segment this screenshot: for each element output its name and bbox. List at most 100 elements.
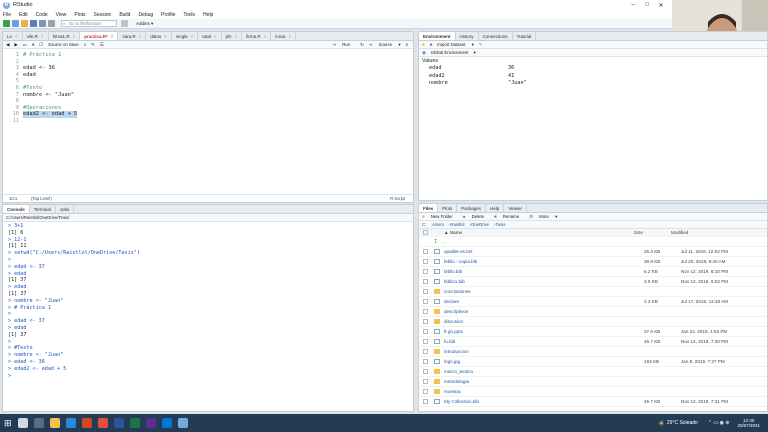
file-row[interactable]: descriptivos xyxy=(419,307,767,317)
close-icon[interactable]: × xyxy=(139,34,142,39)
row-checkbox[interactable] xyxy=(423,289,428,294)
row-checkbox[interactable] xyxy=(423,279,428,284)
minimize-button[interactable]: – xyxy=(626,2,640,9)
back-icon[interactable]: ◀ xyxy=(6,42,9,48)
tab-plots[interactable]: Plots xyxy=(438,204,458,212)
breadcrumb-item[interactable]: C: xyxy=(422,222,426,227)
editor-tab[interactable]: firma.R × xyxy=(242,32,272,40)
file-name[interactable]: apalike-es.bst xyxy=(444,249,644,254)
load-workspace-icon[interactable]: ■ xyxy=(422,42,425,47)
goto-file-input[interactable]: ⌕ Go to file/function xyxy=(61,20,117,27)
close-icon[interactable]: × xyxy=(235,34,238,39)
row-checkbox[interactable] xyxy=(423,309,428,314)
wand-icon[interactable]: ✎ xyxy=(91,42,95,48)
environment-scope[interactable]: ◉ Global Environment ▾ xyxy=(419,49,767,57)
editor-tab[interactable]: sara.R × xyxy=(118,32,147,40)
tab-environment[interactable]: Environment xyxy=(419,32,456,40)
editor-tab[interactable]: total × xyxy=(198,32,222,40)
broom-icon[interactable]: ✎ xyxy=(479,42,483,48)
file-name[interactable]: biblio.bib xyxy=(444,269,644,274)
select-all-checkbox[interactable] xyxy=(423,230,428,235)
tab-packages[interactable]: Packages xyxy=(457,204,487,212)
close-icon[interactable]: × xyxy=(111,34,114,39)
row-checkbox[interactable] xyxy=(423,349,428,354)
delete-button[interactable]: ● Delete xyxy=(463,214,489,219)
console-output[interactable]: > 3+1 [1] 6 > 12-1 [1] 11 > setwd("C:/Us… xyxy=(3,222,413,379)
save-workspace-icon[interactable]: ■ xyxy=(430,42,433,47)
tab-jobs[interactable]: Jobs xyxy=(56,205,75,213)
menu-code[interactable]: Code xyxy=(36,12,48,18)
save-icon[interactable] xyxy=(30,20,37,27)
env-row[interactable]: nombre "Juan" xyxy=(419,80,767,88)
row-checkbox[interactable] xyxy=(423,319,428,324)
chrome-icon[interactable] xyxy=(97,418,108,428)
close-icon[interactable]: × xyxy=(15,34,18,39)
row-checkbox[interactable] xyxy=(423,389,428,394)
menu-tools[interactable]: Tools xyxy=(183,12,195,18)
file-name[interactable]: fu.bib xyxy=(444,339,644,344)
file-row[interactable]: introduccion xyxy=(419,347,767,357)
menu-plots[interactable]: Plots xyxy=(74,12,85,18)
addins-button[interactable]: Addins ▾ xyxy=(136,21,153,27)
rename-button[interactable]: ■ Rename xyxy=(494,214,524,219)
tab-history[interactable]: History xyxy=(456,32,479,40)
scope-label[interactable]: (Top Level) xyxy=(31,196,52,201)
file-row[interactable]: marco_teorico xyxy=(419,367,767,377)
menu-view[interactable]: View xyxy=(56,12,67,18)
file-row[interactable]: declare 2.3 KB Jul 17, 2018, 12:48 AM xyxy=(419,297,767,307)
source-on-save-checkbox[interactable]: ☐ xyxy=(39,42,43,48)
new-project-icon[interactable] xyxy=(12,20,19,27)
editor-tab[interactable]: vile.R × xyxy=(23,32,49,40)
breadcrumb-item[interactable]: Raistlol xyxy=(450,222,464,227)
parent-dir-link[interactable]: .. xyxy=(444,239,644,244)
rerun-icon[interactable]: ↻ xyxy=(360,42,364,48)
search-icon[interactable]: ⌕ xyxy=(84,42,86,47)
save-all-icon[interactable] xyxy=(39,20,46,27)
file-row[interactable]: My Collection.bib 45.7 KB Nov 12, 2019, 7:… xyxy=(419,397,767,407)
menu-help[interactable]: Help xyxy=(203,12,213,18)
tab-connections[interactable]: Connections xyxy=(479,32,513,40)
menu-edit[interactable]: Edit xyxy=(19,12,28,18)
new-file-icon[interactable] xyxy=(3,20,10,27)
file-row[interactable]: discusion xyxy=(419,317,767,327)
close-icon[interactable]: × xyxy=(164,34,167,39)
file-row[interactable]: ft.go.pptx 37.6 KB Jan 22, 2019, 1:53 PM xyxy=(419,327,767,337)
menu-debug[interactable]: Debug xyxy=(138,12,153,18)
close-button[interactable]: ✕ xyxy=(654,2,668,9)
file-row[interactable]: biblio1.bib 2.9 KB Nov 12, 2019, 6:53 PM xyxy=(419,277,767,287)
breadcrumb-item[interactable]: OneDrive xyxy=(471,222,489,227)
editor-tab[interactable]: inicia × xyxy=(271,32,297,40)
file-name[interactable]: logo.jpg xyxy=(444,359,644,364)
file-type-label[interactable]: R Script xyxy=(390,196,405,201)
menu-build[interactable]: Build xyxy=(119,12,130,18)
file-row[interactable]: biblio.bib 6.2 KB Nov 12, 2019, 8:10 PM xyxy=(419,267,767,277)
open-file-icon[interactable] xyxy=(21,20,28,27)
tab-console[interactable]: Console xyxy=(3,205,30,213)
compile-icon[interactable]: ☰ xyxy=(100,42,104,48)
file-name[interactable]: biblio1.bib xyxy=(444,279,644,284)
env-row[interactable]: edad2 41 xyxy=(419,73,767,81)
search-icon[interactable] xyxy=(17,418,28,428)
excel-icon[interactable] xyxy=(129,418,140,428)
file-row[interactable]: fu.bib 45.7 KB Nov 12, 2019, 7:30 PM xyxy=(419,337,767,347)
editor-tab[interactable]: datos × xyxy=(146,32,172,40)
word-icon[interactable] xyxy=(65,418,76,428)
row-checkbox[interactable] xyxy=(423,269,428,274)
row-checkbox[interactable] xyxy=(423,359,428,364)
file-row[interactable]: conclusiones xyxy=(419,287,767,297)
file-name[interactable]: conclusiones xyxy=(444,289,644,294)
menu-session[interactable]: Session xyxy=(94,12,112,18)
more-button[interactable]: ⚙ More ▾ xyxy=(529,214,557,220)
file-name[interactable]: metodologia xyxy=(444,379,644,384)
close-icon[interactable]: × xyxy=(41,34,44,39)
editor-tab-active[interactable]: practica.R* × xyxy=(80,32,119,40)
menu-file[interactable]: File xyxy=(3,12,11,18)
col-modified[interactable]: Modified xyxy=(671,230,688,235)
forward-icon[interactable]: ▶ xyxy=(14,42,17,48)
parent-dir-row[interactable]: ⮤ .. xyxy=(419,237,767,247)
tab-files[interactable]: Files xyxy=(419,204,439,212)
show-in-window-icon[interactable]: ▭ xyxy=(23,42,27,48)
file-name[interactable]: ft.go.pptx xyxy=(444,329,644,334)
maximize-button[interactable]: □ xyxy=(640,2,654,9)
file-row[interactable]: biblio - copia.bib 38.8 KB Jul 20, 2019, 9… xyxy=(419,257,767,267)
